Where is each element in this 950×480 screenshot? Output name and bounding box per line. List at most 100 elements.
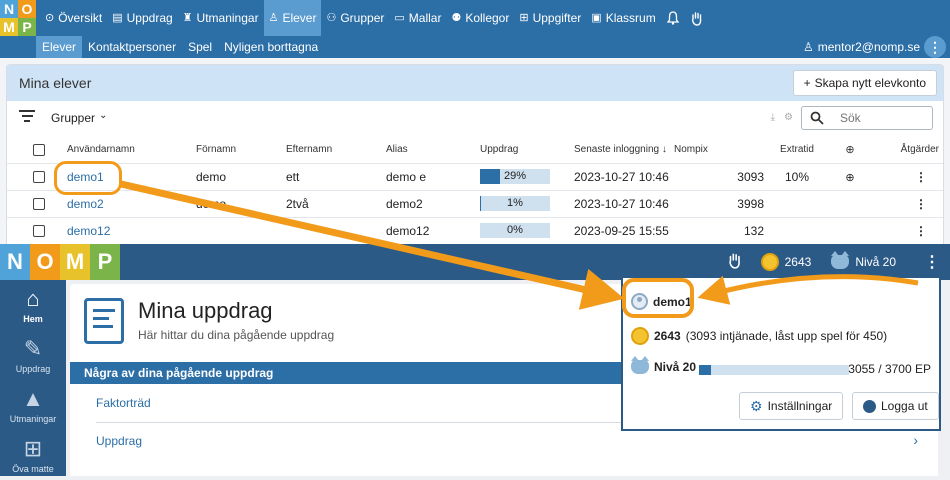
row-actions-kebab[interactable]: ⋮ xyxy=(870,217,943,244)
nav-kollegor[interactable]: ⚉ Kollegor xyxy=(446,0,514,36)
more-menu-button[interactable]: ⋮ xyxy=(924,36,946,58)
settings-button[interactable]: ⚙ Inställningar xyxy=(739,392,844,420)
first-name-cell: demo xyxy=(196,163,286,191)
grid-icon: ⊞ xyxy=(519,11,529,24)
tab-elever[interactable]: Elever xyxy=(36,36,83,58)
raise-hand-button[interactable] xyxy=(685,0,709,36)
plus-icon: + xyxy=(803,76,811,90)
notifications-button[interactable] xyxy=(661,0,685,36)
column-header-sorted[interactable]: Senaste inloggning ↓ xyxy=(574,137,674,164)
nav-label: Uppgifter xyxy=(532,11,582,25)
nav-oversikt[interactable]: ⊙ Översikt xyxy=(40,0,107,36)
level-mascot-icon xyxy=(831,251,850,269)
column-header[interactable]: Efternamn xyxy=(286,137,386,164)
chevron-right-icon[interactable]: › xyxy=(913,432,918,448)
nav-klassrum[interactable]: ▣ Klassrum xyxy=(586,0,660,36)
extratid-cell xyxy=(764,217,830,244)
create-student-button[interactable]: + Skapa nytt elevkonto xyxy=(792,70,937,96)
level-progress-fill xyxy=(699,365,711,375)
trophy-icon: ♜ xyxy=(182,11,193,24)
nav-label: Grupper xyxy=(340,11,385,25)
download-icon[interactable]: ⤓ xyxy=(771,112,775,123)
globe-icon: ⊕ xyxy=(845,171,855,184)
hand-icon xyxy=(729,253,740,269)
nomp-logo[interactable]: N O M P xyxy=(0,244,120,280)
nav-uppdrag[interactable]: ▤ Uppdrag xyxy=(107,0,177,36)
nav-label: Mallar xyxy=(408,11,442,25)
level-progress-bar xyxy=(699,365,849,375)
last-name-cell: 2två xyxy=(286,190,386,218)
settings-icon[interactable]: ⚙ xyxy=(784,112,793,123)
sidebar-item-uppdrag[interactable]: ✎ Uppdrag xyxy=(0,330,66,380)
table-row[interactable]: demo1 demo ett demo e 29% 2023-10-27 10:… xyxy=(7,163,943,191)
sidebar-item-utmaningar[interactable]: ▲ Utmaningar xyxy=(0,380,66,430)
gear-icon: ⚙ xyxy=(750,397,763,414)
column-header[interactable]: Förnamn xyxy=(196,137,286,164)
sidebar-item-hem[interactable]: ⌂ Hem xyxy=(0,280,66,330)
raise-hand-button[interactable] xyxy=(727,252,743,272)
row-actions-kebab[interactable]: ⋮ xyxy=(870,190,943,218)
chevron-down-icon[interactable]: ⌄ xyxy=(99,110,107,121)
username-link[interactable]: demo2 xyxy=(67,197,104,211)
column-header[interactable]: Användarnamn xyxy=(67,137,196,164)
nav-label: Klassrum xyxy=(605,11,656,25)
alias-cell: demo2 xyxy=(386,190,480,218)
username-link[interactable]: demo12 xyxy=(67,224,110,238)
row-checkbox[interactable] xyxy=(33,198,45,211)
column-header[interactable]: Alias xyxy=(386,137,480,164)
account-menu[interactable]: ♙ mentor2@nomp.se xyxy=(803,36,920,58)
column-header[interactable]: Extratid xyxy=(764,137,830,164)
column-header[interactable]: Nompix xyxy=(674,137,764,164)
level-mascot-icon xyxy=(631,356,649,374)
coin-icon xyxy=(760,253,779,271)
nav-uppgifter[interactable]: ⊞ Uppgifter xyxy=(514,0,586,36)
search-icon xyxy=(810,111,824,125)
progress-bar: 1% xyxy=(480,196,550,211)
row-checkbox[interactable] xyxy=(33,171,45,184)
nav-grupper[interactable]: ⚇ Grupper xyxy=(321,0,389,36)
search-input[interactable] xyxy=(840,111,910,125)
card-header: Mina elever + Skapa nytt elevkonto xyxy=(7,65,943,101)
column-header[interactable]: Uppdrag xyxy=(480,137,574,164)
sidebar-item-ova-matte[interactable]: ⊞ Öva matte xyxy=(0,430,66,480)
arrow-down-icon: ↓ xyxy=(661,144,667,156)
student-more-menu[interactable]: ⋮ xyxy=(924,252,940,272)
coin-count: 2643 xyxy=(784,255,812,269)
page-subtitle: Här hittar du dina pågående uppdrag xyxy=(138,328,335,342)
last-login-cell: 2023-10-27 10:46 xyxy=(574,163,674,191)
search-box[interactable] xyxy=(801,106,933,130)
card-title: Mina elever xyxy=(19,75,92,91)
nav-mallar[interactable]: ▭ Mallar xyxy=(389,0,446,36)
nav-label: Översikt xyxy=(58,11,103,25)
table-row[interactable]: demo2 demo 2två demo2 1% 2023-10-27 10:4… xyxy=(7,190,943,218)
progress-bar: 0% xyxy=(480,223,550,238)
mountain-icon: ▲ xyxy=(22,385,44,411)
logout-button[interactable]: Logga ut xyxy=(852,392,939,420)
tab-spel[interactable]: Spel xyxy=(182,36,218,58)
nav-utmaningar[interactable]: ♜ Utmaningar xyxy=(178,0,264,36)
nompix-cell: 3093 xyxy=(674,163,764,191)
tab-kontaktpersoner[interactable]: Kontaktpersoner xyxy=(82,36,182,58)
annotation-highlight-popup-username xyxy=(622,278,694,318)
row-actions-kebab[interactable]: ⋮ xyxy=(870,163,943,191)
groups-filter[interactable]: Grupper xyxy=(51,111,95,125)
create-student-label: Skapa nytt elevkonto xyxy=(814,76,926,90)
nomp-logo[interactable]: N O M P xyxy=(0,0,36,36)
table-row[interactable]: demo12 demo12 0% 2023-09-25 15:55 132 ⋮ xyxy=(7,217,943,244)
nav-elever[interactable]: ♙ Elever xyxy=(263,0,322,36)
logo-o: O xyxy=(30,244,60,280)
sidebar-item-label: Öva matte xyxy=(12,463,54,474)
sidebar-item-label: Uppdrag xyxy=(15,363,51,374)
assignment-link-uppdrag[interactable]: Uppdrag xyxy=(96,434,142,448)
select-all-checkbox[interactable] xyxy=(33,143,45,156)
last-login-cell: 2023-09-25 15:55 xyxy=(574,217,674,244)
first-name-cell xyxy=(196,217,286,244)
progress-text: 0% xyxy=(507,224,523,236)
tab-nyligen-borttagna[interactable]: Nyligen borttagna xyxy=(218,36,324,58)
filter-icon[interactable] xyxy=(19,110,35,124)
assignment-link-faktortrad[interactable]: Faktorträd xyxy=(96,396,151,410)
teacher-top-nav: N O M P ⊙ Översikt ▤ Uppdrag ♜ Utmaningar ♙… xyxy=(0,0,950,36)
row-checkbox[interactable] xyxy=(33,225,45,238)
progress-bar: 29% xyxy=(480,169,550,184)
person-icon: ♙ xyxy=(268,11,279,24)
